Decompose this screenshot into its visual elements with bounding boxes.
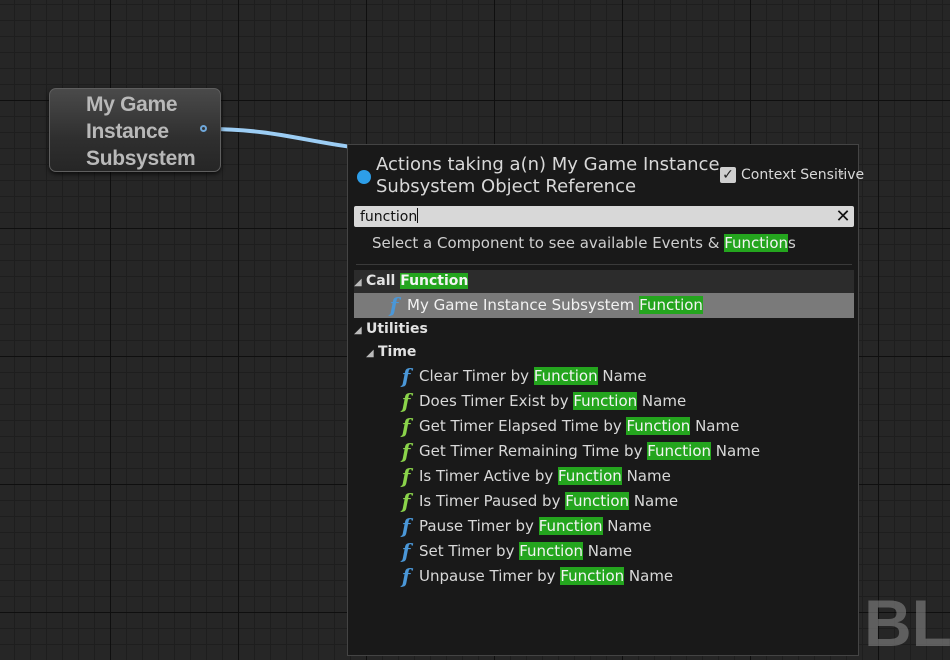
function-blue-icon: f (401, 514, 411, 538)
function-blue-icon: f (401, 364, 411, 388)
node-title: My Game Instance Subsystem (86, 93, 196, 170)
action-item[interactable]: f Get Timer Remaining Time by Function Na… (354, 439, 854, 464)
dropdown-arrow-icon[interactable]: ▸ (840, 169, 845, 179)
action-item[interactable]: f My Game Instance Subsystem Function (354, 293, 854, 318)
watermark: BL (864, 586, 950, 660)
context-sensitive-label: Context Sensitive (741, 167, 865, 183)
object-reference-icon (357, 170, 371, 184)
subsystem-node[interactable]: My Game Instance Subsystem (49, 88, 221, 172)
function-blue-icon: f (401, 564, 411, 588)
category-time[interactable]: ◢ Time (354, 341, 854, 364)
action-item[interactable]: f Is Timer Active by Function Name (354, 464, 854, 489)
action-item[interactable]: f Does Timer Exist by Function Name (354, 389, 854, 414)
function-green-icon: f (401, 414, 411, 438)
function-green-icon: f (401, 439, 411, 463)
function-blue-icon: f (389, 293, 399, 317)
action-item[interactable]: f Is Timer Paused by Function Name (354, 489, 854, 514)
action-item[interactable]: f Unpause Timer by Function Name (354, 564, 854, 589)
search-value: function (360, 209, 418, 225)
collapse-arrow-icon[interactable]: ◢ (354, 319, 366, 342)
search-input[interactable]: function ✕ (354, 206, 854, 227)
category-call-function[interactable]: ◢ Call Function (354, 270, 854, 293)
category-utilities[interactable]: ◢ Utilities (354, 318, 854, 341)
clear-search-icon[interactable]: ✕ (834, 206, 852, 227)
function-green-icon: f (401, 489, 411, 513)
action-menu: Actions taking a(n) My Game Instance Sub… (347, 144, 864, 656)
function-green-icon: f (401, 464, 411, 488)
output-pin[interactable] (200, 125, 207, 132)
function-green-icon: f (401, 389, 411, 413)
context-sensitive-checkbox[interactable]: ✓ (720, 167, 736, 183)
action-item[interactable]: f Get Timer Elapsed Time by Function Name (354, 414, 854, 439)
divider (356, 264, 852, 265)
action-item[interactable]: f Pause Timer by Function Name (354, 514, 854, 539)
menu-title: Actions taking a(n) My Game Instance Sub… (376, 154, 720, 197)
action-item[interactable]: f Set Timer by Function Name (354, 539, 854, 564)
function-blue-icon: f (401, 539, 411, 563)
collapse-arrow-icon[interactable]: ◢ (354, 271, 366, 294)
component-hint: Select a Component to see available Even… (372, 234, 796, 252)
action-item[interactable]: f Clear Timer by Function Name (354, 364, 854, 389)
collapse-arrow-icon[interactable]: ◢ (366, 342, 378, 365)
